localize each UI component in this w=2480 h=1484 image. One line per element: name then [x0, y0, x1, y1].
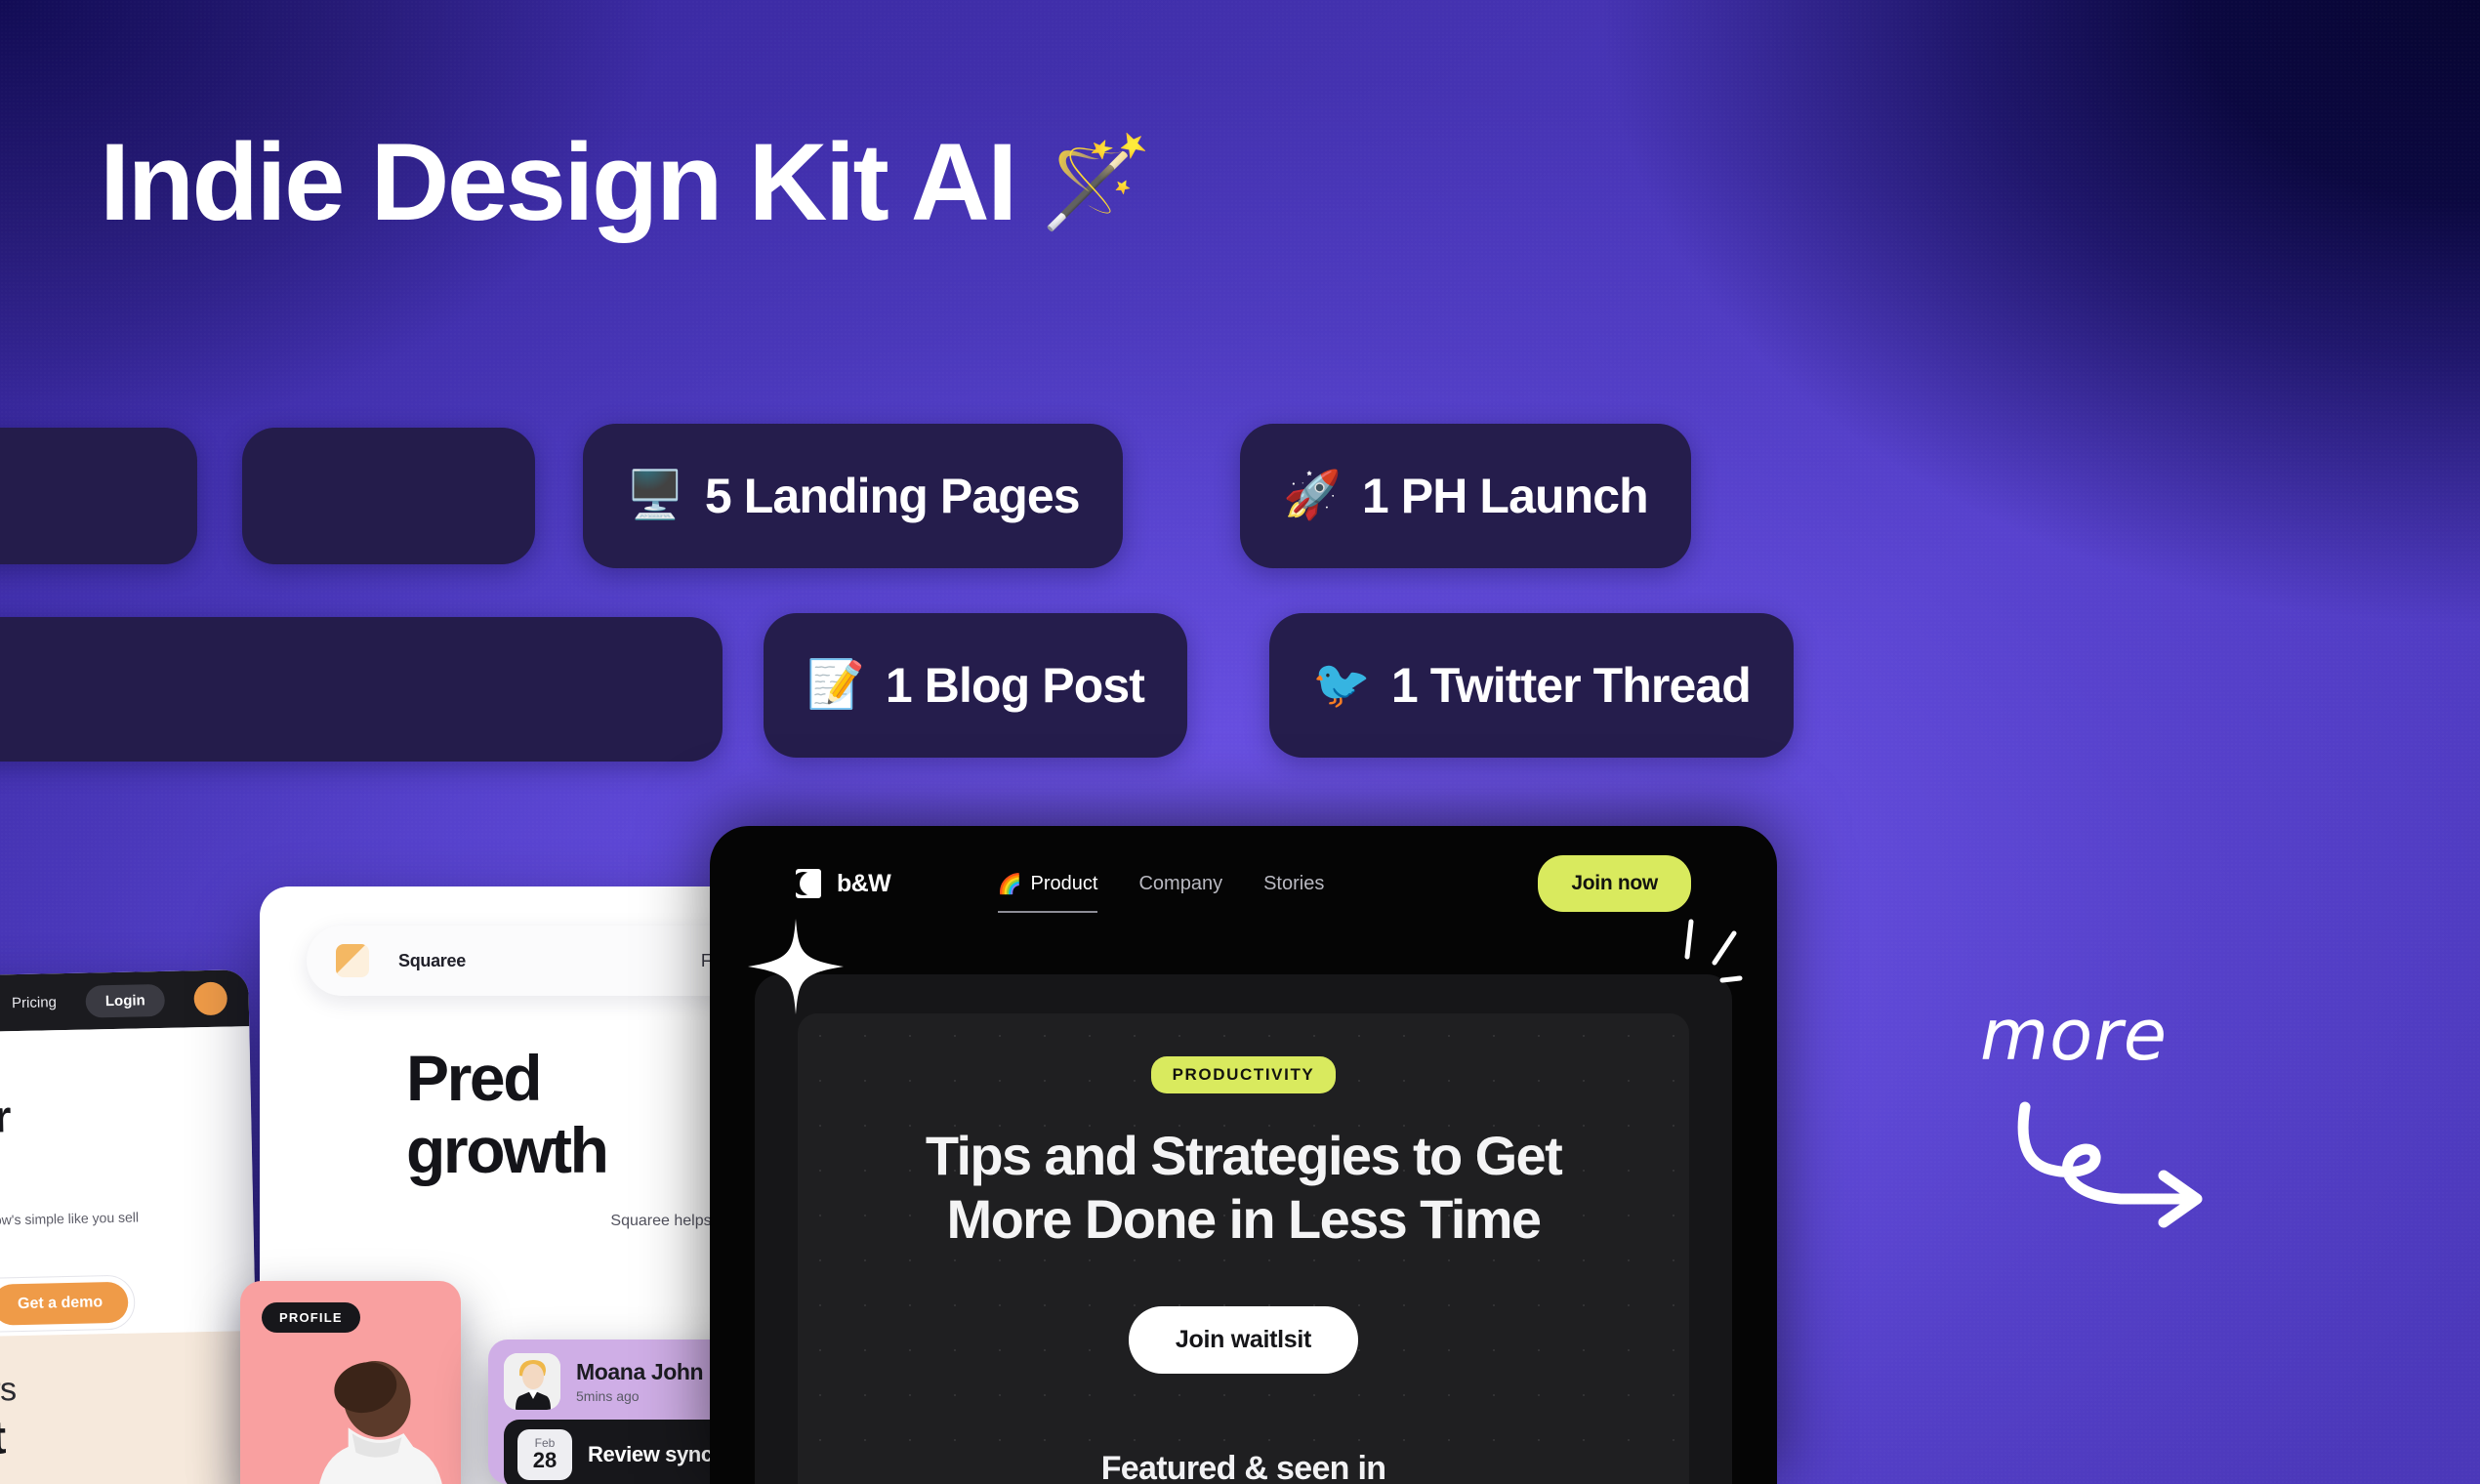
- profile-badge: PROFILE: [262, 1302, 360, 1333]
- task-card-user-name: Moana John: [576, 1358, 704, 1384]
- tablet-screen: PRODUCTIVITY Tips and Strategies to Get …: [755, 974, 1732, 1484]
- pocketsflow-body-text: m Zero to Hero with Pockets flow's simpl…: [0, 1209, 140, 1232]
- tablet-nav-stories[interactable]: Stories: [1263, 873, 1324, 895]
- deliverable-pill-twitter-thread-label: 1 Twitter Thread: [1390, 658, 1752, 713]
- deliverable-pill-landing-pages[interactable]: 🖥️ 5 Landing Pages: [583, 424, 1123, 568]
- pocketsflow-band-line2: er output: [0, 1412, 6, 1467]
- tablet-logo[interactable]: b&W: [796, 869, 891, 898]
- memo-icon: 📝: [806, 659, 865, 711]
- pocketsflow-email-form[interactable]: Get a demo: [0, 1275, 136, 1337]
- magic-wand-emoji: 🪄: [1040, 132, 1153, 232]
- deliverable-pill-landing-pages-label: 5 Landing Pages: [704, 469, 1081, 523]
- tablet-category-badge: PRODUCTIVITY: [1150, 1056, 1337, 1093]
- bw-logo-icon: [796, 869, 821, 898]
- pocketsflow-login-button[interactable]: Login: [85, 983, 166, 1018]
- rocket-icon: 🚀: [1283, 470, 1342, 521]
- more-label: more: [1980, 994, 2169, 1076]
- mockup-pocketsflow-landing[interactable]: Resources Contact Sales Pricing Login ay…: [0, 969, 260, 1484]
- deliverable-pill-ph-launch-label: 1 PH Launch: [1361, 469, 1649, 523]
- avatar: [504, 1353, 560, 1410]
- task-card-user-meta: Moana John 5mins ago: [576, 1358, 704, 1405]
- page-title-text: Indie Design Kit AI: [100, 121, 1017, 243]
- tablet-headline: Tips and Strategies to Get More Done in …: [814, 1125, 1674, 1252]
- tablet-featured-label: Featured & seen in: [1100, 1449, 1386, 1484]
- tablet-logo-label: b&W: [837, 869, 891, 897]
- deliverable-pill-blog-post[interactable]: 📝 1 Blog Post: [764, 613, 1187, 758]
- mockup-profile-card[interactable]: PROFILE: [240, 1281, 461, 1484]
- pocketsflow-nav-pricing[interactable]: Pricing: [12, 994, 57, 1011]
- tablet-join-waitlist-button[interactable]: Join waitlsit: [1128, 1305, 1359, 1374]
- more-annotation: more: [1953, 994, 2265, 1248]
- tablet-nav-product[interactable]: 🌈 Product: [997, 872, 1098, 913]
- page-title: Indie Design Kit AI 🪄: [100, 121, 1153, 243]
- pocketsflow-cta-button[interactable]: [193, 981, 228, 1016]
- mockup-tablet-bw-landing[interactable]: b&W 🌈 Product Company Stories Join now P…: [710, 826, 1777, 1484]
- deliverable-pill-ph-launch[interactable]: 🚀 1 PH Launch: [1240, 424, 1691, 568]
- task-card-timestamp: 5mins ago: [576, 1388, 640, 1405]
- pocketsflow-stats-band: dreds of hours er output: [0, 1331, 260, 1484]
- tablet-navbar: b&W 🌈 Product Company Stories Join now: [710, 826, 1777, 941]
- bird-icon: 🐦: [1312, 659, 1371, 711]
- tablet-headline-line2: More Done in Less Time: [946, 1187, 1543, 1250]
- task-card-date-day: 28: [532, 1447, 558, 1472]
- squaree-logo-icon: [336, 944, 369, 977]
- deliverable-pill-blog-post-label: 1 Blog Post: [885, 658, 1145, 713]
- desktop-computer-icon: 🖥️: [626, 470, 684, 521]
- tablet-join-now-button[interactable]: Join now: [1538, 855, 1691, 912]
- pocketsflow-get-demo-button[interactable]: Get a demo: [0, 1282, 129, 1327]
- tablet-nav-menu: 🌈 Product Company Stories: [997, 872, 1324, 913]
- curly-arrow-icon: [2017, 1101, 2203, 1228]
- profile-person-photo: [319, 1360, 442, 1484]
- tablet-headline-line1: Tips and Strategies to Get: [925, 1125, 1563, 1186]
- squaree-brand-label: Squaree: [398, 950, 466, 970]
- sparkle-star-icon-left: [748, 919, 844, 1014]
- tablet-nav-company[interactable]: Company: [1138, 873, 1222, 895]
- deliverable-pill-twitter-thread[interactable]: 🐦 1 Twitter Thread: [1269, 613, 1794, 758]
- task-card-title: Review sync: [588, 1442, 713, 1466]
- sparkle-strokes-icon-right: [1684, 919, 1743, 983]
- tablet-nav-product-label: Product: [1030, 872, 1098, 894]
- deliverable-pill-ghost-1: [0, 428, 197, 564]
- rainbow-icon: 🌈: [997, 873, 1022, 895]
- pocketsflow-headline: ay to your activity: [0, 1087, 233, 1196]
- tablet-hero-panel: PRODUCTIVITY Tips and Strategies to Get …: [798, 1013, 1689, 1484]
- deliverable-pill-ghost-2: [242, 428, 535, 564]
- deliverable-pill-ghost-3: [0, 617, 723, 762]
- pocketsflow-headline-line2: activity: [0, 1137, 233, 1197]
- task-card-date-chip: Feb 28: [517, 1429, 572, 1480]
- pocketsflow-navbar: Resources Contact Sales Pricing Login: [0, 969, 250, 1037]
